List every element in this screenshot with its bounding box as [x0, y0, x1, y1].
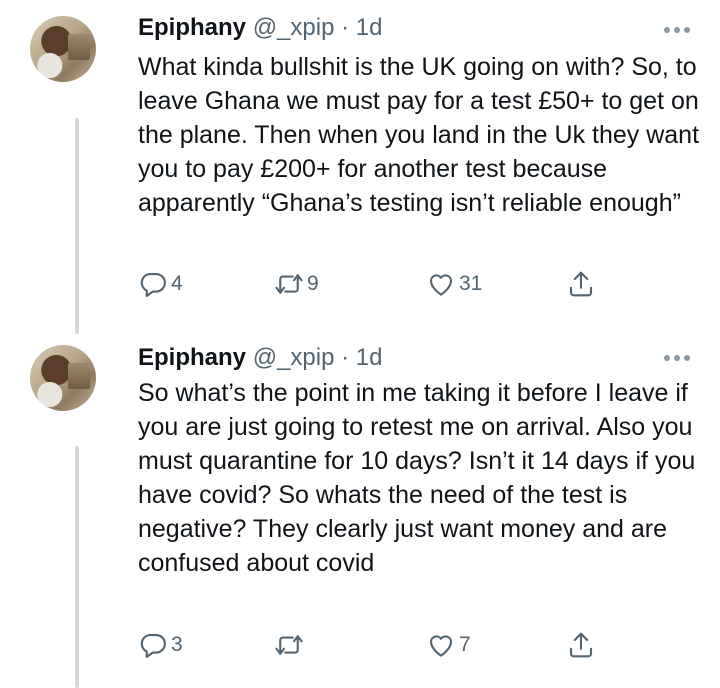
tweet[interactable]: Epiphany @_xpip · 1d So what’s the point…	[0, 340, 720, 688]
like-button[interactable]: 7	[426, 629, 471, 661]
reply-icon	[140, 272, 166, 297]
like-button[interactable]: 31	[426, 268, 482, 300]
reply-button[interactable]: 4	[138, 268, 183, 300]
timestamp[interactable]: 1d	[356, 14, 383, 41]
share-button[interactable]	[566, 268, 596, 300]
timestamp[interactable]: 1d	[356, 344, 383, 371]
retweet-icon	[275, 274, 303, 294]
display-name[interactable]: Epiphany	[138, 344, 246, 371]
tweet-header: Epiphany @_xpip · 1d	[138, 12, 382, 44]
retweet-icon	[275, 635, 303, 655]
more-icon[interactable]	[664, 26, 690, 34]
reply-count: 4	[171, 272, 183, 295]
avatar-photo-detail	[68, 363, 90, 389]
avatar[interactable]	[30, 345, 96, 411]
tweet-header: Epiphany @_xpip · 1d	[138, 342, 382, 374]
tweet-text: What kinda bullshit is the UK going on w…	[138, 53, 700, 217]
display-name[interactable]: Epiphany	[138, 14, 246, 41]
share-button[interactable]	[566, 629, 596, 661]
separator-dot: ·	[341, 344, 350, 371]
user-handle[interactable]: @_xpip	[253, 344, 335, 371]
retweet-button[interactable]: 9	[274, 268, 319, 300]
more-icon[interactable]	[664, 354, 690, 362]
share-icon	[569, 632, 593, 658]
heart-icon	[429, 274, 453, 296]
heart-icon	[429, 635, 453, 657]
reply-count: 3	[171, 633, 183, 656]
tweet-text: So what’s the point in me taking it befo…	[138, 379, 696, 577]
thread-line	[75, 118, 79, 334]
share-icon	[569, 271, 593, 297]
thread-line	[75, 446, 79, 688]
reply-button[interactable]: 3	[138, 629, 183, 661]
like-count: 31	[459, 272, 483, 295]
user-handle[interactable]: @_xpip	[253, 14, 335, 41]
separator-dot: ·	[341, 14, 350, 41]
tweet-actions: 4 9 31	[138, 268, 618, 300]
avatar[interactable]	[30, 16, 96, 82]
reply-icon	[140, 633, 166, 658]
like-count: 7	[459, 633, 471, 656]
tweet-actions: 3 7	[138, 629, 618, 661]
tweet[interactable]: Epiphany @_xpip · 1d What kinda bullshit…	[0, 0, 720, 340]
avatar-photo-detail	[68, 34, 90, 60]
retweet-count: 9	[307, 272, 319, 295]
retweet-button[interactable]	[274, 629, 307, 661]
